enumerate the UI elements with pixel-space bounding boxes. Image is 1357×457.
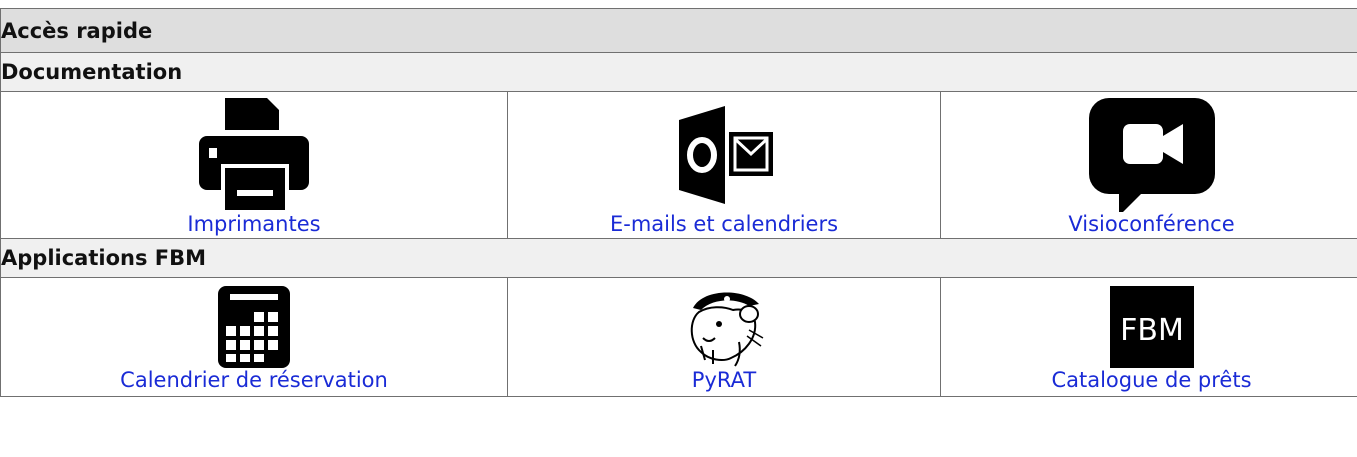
calendar-icon[interactable] xyxy=(214,286,294,368)
cell-calendar-booking: Calendrier de réservation xyxy=(0,277,508,397)
link-calendrier-reservation[interactable]: Calendrier de réservation xyxy=(120,368,388,392)
fbm-logo-icon[interactable]: FBM xyxy=(1109,286,1194,368)
quick-access-panel: Accès rapide Documentation Imprimantes E… xyxy=(0,8,1357,397)
quick-access-table: Accès rapide Documentation Imprimantes E… xyxy=(0,8,1357,397)
link-imprimantes[interactable]: Imprimantes xyxy=(187,212,320,236)
section-title-documentation: Documentation xyxy=(0,52,1357,92)
pyrat-pirate-mouse-icon[interactable] xyxy=(679,286,769,368)
outlook-icon[interactable] xyxy=(659,98,789,212)
quick-access-title: Accès rapide xyxy=(0,8,1357,53)
section-title-applications-fbm: Applications FBM xyxy=(0,238,1357,278)
cell-printers: Imprimantes xyxy=(0,91,508,239)
video-chat-icon[interactable] xyxy=(1087,98,1217,212)
link-emails-calendriers[interactable]: E-mails et calendriers xyxy=(610,212,838,236)
cell-emails-calendars: E-mails et calendriers xyxy=(507,91,941,239)
cell-loan-catalogue: FBM Catalogue de prêts xyxy=(940,277,1357,397)
documentation-row: Imprimantes E-mails et calendriers Visio… xyxy=(0,91,1357,239)
cell-videoconference: Visioconférence xyxy=(940,91,1357,239)
printer-icon[interactable] xyxy=(189,98,319,212)
fbm-logo-text: FBM xyxy=(1120,313,1184,348)
link-pyrat[interactable]: PyRAT xyxy=(692,368,756,392)
applications-row: Calendrier de réservation PyRAT FBM Cata… xyxy=(0,277,1357,397)
cell-pyrat: PyRAT xyxy=(507,277,941,397)
link-visioconference[interactable]: Visioconférence xyxy=(1068,212,1234,236)
link-catalogue-prets[interactable]: Catalogue de prêts xyxy=(1051,368,1251,392)
